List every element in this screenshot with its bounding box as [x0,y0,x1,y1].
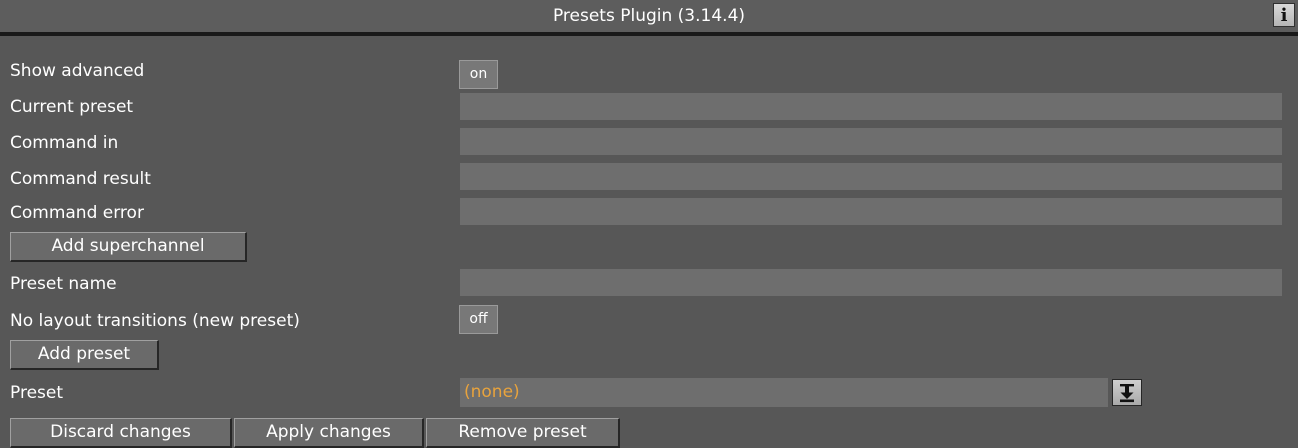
download-arrow-icon[interactable] [1112,379,1142,406]
add-superchannel-button[interactable]: Add superchannel [10,232,247,262]
current-preset-field[interactable] [460,93,1282,120]
command-error-label: Command error [10,203,144,223]
preset-name-label: Preset name [10,274,117,294]
remove-preset-button[interactable]: Remove preset [426,418,620,448]
command-result-field[interactable] [460,163,1282,190]
command-in-field[interactable] [460,128,1282,155]
no-layout-transitions-label: No layout transitions (new preset) [10,311,300,331]
preset-select[interactable]: (none) [460,378,1108,407]
command-in-label: Command in [10,133,119,153]
show-advanced-label: Show advanced [10,61,145,81]
preset-label: Preset [10,383,64,403]
discard-changes-button[interactable]: Discard changes [10,418,232,448]
add-preset-button[interactable]: Add preset [10,340,159,370]
info-icon[interactable]: i [1273,3,1295,27]
show-advanced-toggle[interactable]: on [459,60,498,89]
apply-changes-button[interactable]: Apply changes [234,418,424,448]
window-title: Presets Plugin (3.14.4) [552,6,746,26]
title-bar: Presets Plugin (3.14.4) i [0,0,1298,36]
no-layout-transitions-toggle[interactable]: off [459,305,498,334]
command-error-field[interactable] [460,198,1282,225]
preset-name-field[interactable] [460,269,1282,296]
command-result-label: Command result [10,169,151,189]
current-preset-label: Current preset [10,97,134,117]
